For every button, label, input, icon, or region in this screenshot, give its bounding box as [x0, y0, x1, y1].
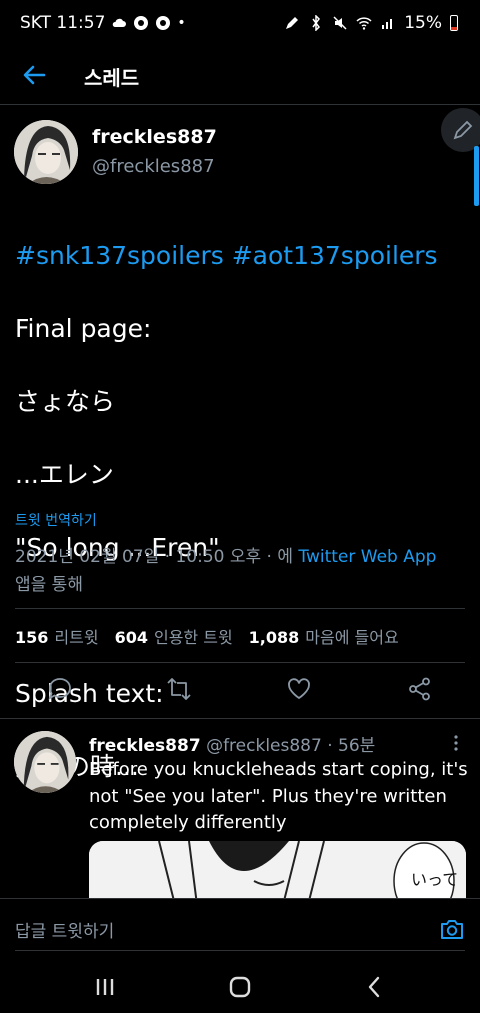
tweet-line: ...エレン — [15, 459, 114, 489]
app-header: 스레드 — [0, 48, 480, 105]
scroll-indicator[interactable] — [474, 146, 479, 206]
recents-icon[interactable] — [90, 974, 120, 1000]
battery-icon — [450, 15, 458, 31]
more-icon[interactable] — [450, 733, 462, 753]
retweets-stat[interactable]: 156 리트윗 — [15, 624, 99, 648]
avatar[interactable] — [14, 731, 76, 793]
hashtags[interactable]: #snk137spoilers #aot137spoilers — [15, 238, 465, 275]
source-app-link[interactable]: Twitter Web App — [298, 547, 436, 567]
divider — [15, 662, 465, 663]
status-bar: SKT 11:57 • 15% — [0, 0, 480, 48]
carrier-time: SKT 11:57 — [20, 13, 106, 33]
system-nav-bar — [0, 960, 480, 1013]
reply-input[interactable]: 답글 트윗하기 — [15, 917, 114, 942]
tweet-datetime: 2021년 02월 07일 · 10:50 오후 · 에 — [15, 547, 293, 567]
reply-handle-time: @freckles887 · 56분 — [206, 736, 376, 756]
pen-icon — [286, 17, 299, 29]
reply-author-name[interactable]: freckles887 — [89, 736, 201, 756]
status-right: 15% — [284, 13, 458, 33]
dot-icon: • — [177, 15, 186, 31]
avatar[interactable] — [14, 120, 78, 184]
quotes-stat[interactable]: 604 인용한 트윗 — [115, 624, 233, 648]
tweet-meta: 2021년 02월 07일 · 10:50 오후 · 에 Twitter Web… — [15, 543, 465, 599]
page-title: 스레드 — [84, 66, 140, 90]
likes-stat[interactable]: 1,088 마음에 들어요 — [249, 624, 399, 648]
tweet-actions — [0, 672, 480, 708]
reply-header: freckles887 @freckles887 · 56분 — [89, 731, 375, 756]
wifi-icon — [356, 17, 372, 30]
bluetooth-icon — [312, 15, 321, 31]
source-via: 앱을 통해 — [15, 575, 83, 595]
home-icon[interactable] — [225, 974, 255, 1000]
tweet-line: さょなら — [15, 386, 116, 416]
like-icon[interactable] — [286, 676, 312, 702]
status-left: SKT 11:57 • — [20, 13, 186, 33]
author-handle[interactable]: @freckles887 — [92, 156, 215, 177]
reply-icon[interactable] — [47, 676, 73, 702]
chrome-icon — [134, 16, 149, 30]
back-nav-icon[interactable] — [360, 974, 390, 1000]
mute-icon — [333, 16, 347, 30]
author-name[interactable]: freckles887 — [92, 126, 217, 148]
share-icon[interactable] — [407, 676, 433, 702]
avatar-image — [14, 731, 76, 793]
speech-bubble-text: いって — [411, 870, 458, 889]
reply-tweet[interactable]: freckles887 @freckles887 · 56분 Before yo… — [0, 718, 480, 921]
reply-composer: 답글 트윗하기 — [0, 898, 480, 961]
signal-icon — [382, 19, 393, 29]
translate-link[interactable]: 트윗 번역하기 — [15, 510, 97, 530]
cloud-icon — [113, 18, 127, 27]
back-arrow-icon[interactable] — [20, 61, 48, 89]
avatar-image — [14, 120, 78, 184]
camera-icon[interactable] — [439, 916, 465, 942]
chrome-icon — [156, 16, 171, 30]
tweet-stats: 156 리트윗 604 인용한 트윗 1,088 마음에 들어요 — [15, 624, 399, 648]
retweet-icon[interactable] — [166, 676, 192, 702]
battery-percent: 15% — [404, 13, 442, 33]
tweet-line: Final page: — [15, 313, 152, 343]
divider — [15, 950, 465, 951]
reply-text: Before you knuckleheads start coping, it… — [89, 759, 468, 833]
divider — [15, 608, 465, 609]
